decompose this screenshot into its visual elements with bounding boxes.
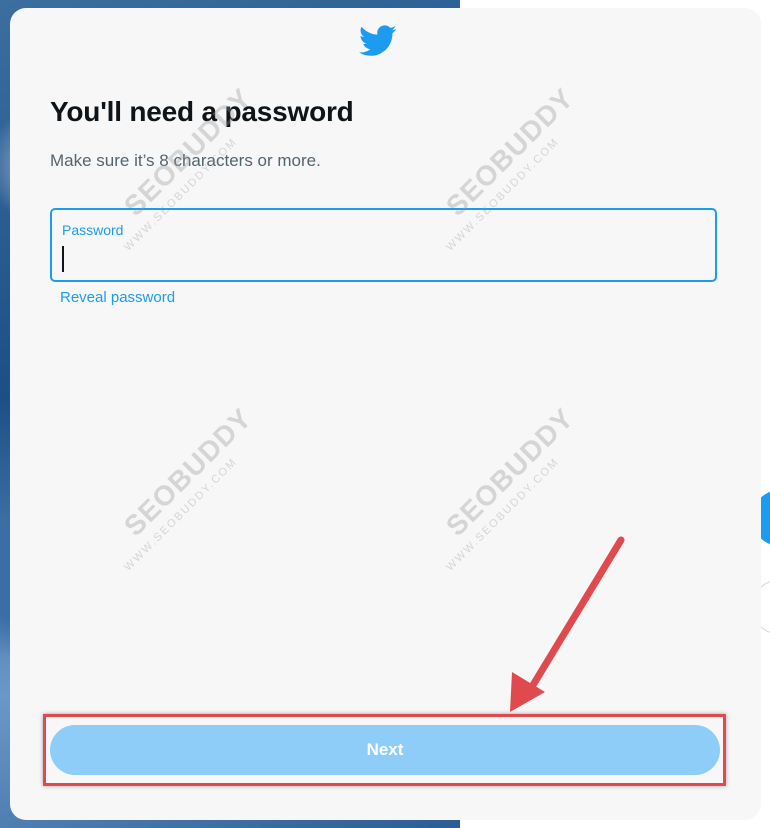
page-subtitle: Make sure it’s 8 characters or more. <box>50 151 321 170</box>
password-label: Password <box>62 222 124 238</box>
annotation-highlight-box <box>43 714 726 786</box>
page-title: You'll need a password <box>50 96 354 127</box>
password-modal: You'll need a password Make sure it’s 8 … <box>10 8 761 820</box>
twitter-bird-icon <box>359 25 397 56</box>
password-field[interactable]: Password <box>50 208 717 282</box>
reveal-password-link[interactable]: Reveal password <box>60 289 175 306</box>
password-input[interactable] <box>60 244 704 276</box>
text-caret <box>62 246 64 272</box>
